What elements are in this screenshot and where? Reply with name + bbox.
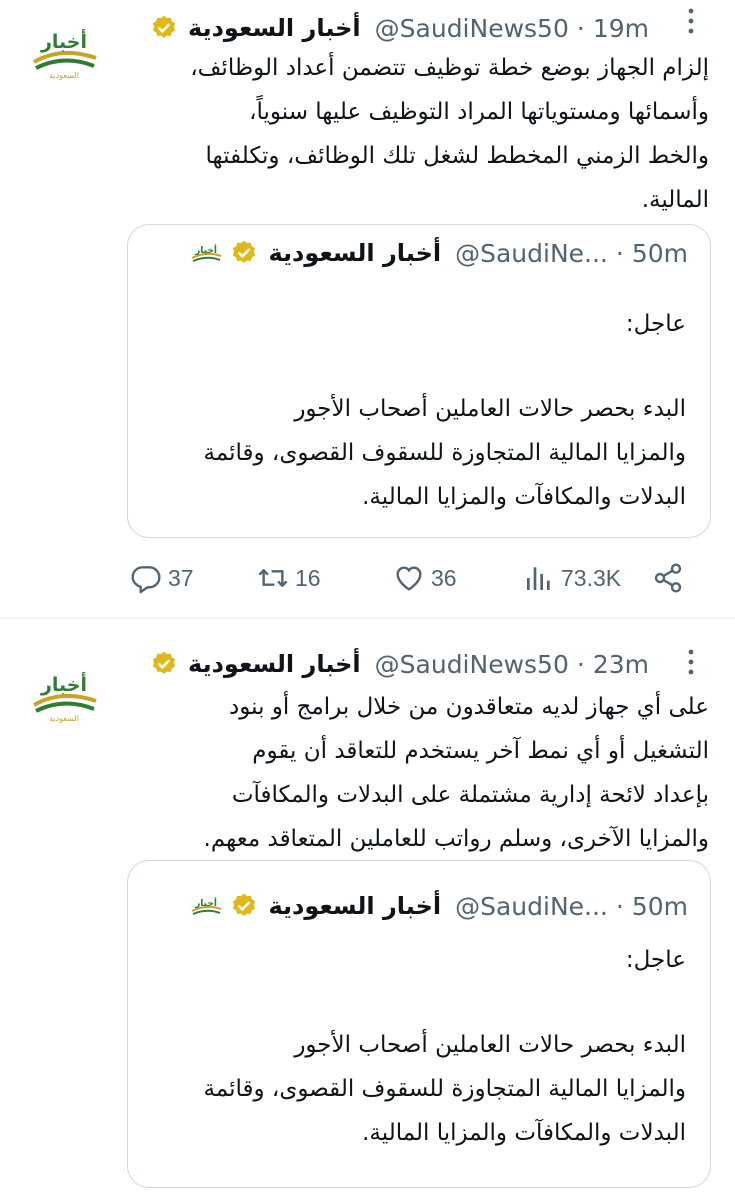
meta-separator: · — [576, 649, 585, 679]
reply-count: 37 — [168, 564, 194, 591]
tweet-text: إلزام الجهاز بوضع خطة توظيف تتضمن أعداد … — [190, 55, 709, 213]
author-handle[interactable]: @SaudiNews50 — [375, 650, 569, 679]
meta-separator: · — [576, 13, 585, 43]
like-count: 36 — [431, 564, 457, 591]
quote-time: 50m — [631, 238, 688, 268]
more-vertical-icon[interactable] — [681, 647, 701, 677]
logo-text: أخبار — [40, 29, 87, 53]
more-vertical-icon[interactable] — [681, 6, 701, 36]
logo-subtext: السعودية — [49, 71, 79, 80]
reply-button[interactable]: 37 — [130, 558, 194, 598]
view-count: 73.3K — [561, 564, 622, 591]
quote-logo-text: أخبار — [195, 897, 218, 909]
retweet-count: 16 — [295, 564, 321, 591]
tweet-time[interactable]: 23m — [593, 650, 649, 679]
author-name[interactable]: أخبار السعودية — [188, 650, 361, 678]
quote-header: أخبار أخبار السعودية @SaudiNe... · 50m — [180, 233, 688, 273]
quote-author-name: أخبار السعودية — [268, 892, 442, 920]
logo-subtext: السعودية — [49, 714, 79, 723]
tweet-2[interactable]: أخبار السعودية أخبار السعودية @SaudiNews… — [0, 619, 735, 1200]
quote-author-avatar: أخبار — [188, 240, 224, 266]
verified-badge-icon — [230, 892, 258, 920]
news-logo-icon: أخبار السعودية — [33, 29, 97, 80]
share-icon — [654, 563, 682, 593]
quote-author-avatar: أخبار — [188, 893, 224, 919]
quote-meta-separator: · — [615, 238, 624, 268]
tweet-header: أخبار السعودية @SaudiNews50 · 23m — [144, 644, 649, 684]
quote-label: عاجل: — [625, 947, 686, 973]
verified-badge-icon — [230, 239, 258, 267]
logo-text: أخبار — [40, 672, 87, 696]
quote-time: 50m — [631, 891, 688, 921]
quoted-tweet[interactable]: أخبار أخبار السعودية @SaudiNe... · 50m ع… — [127, 860, 711, 1188]
tweet-text: على أي جهاز لديه متعاقدون من خلال برامج … — [203, 694, 709, 852]
quoted-tweet[interactable]: أخبار أخبار السعودية @SaudiNe... · 50m ع… — [127, 224, 711, 538]
author-avatar[interactable]: أخبار السعودية — [22, 6, 106, 90]
quote-text: البدء بحصر حالات العاملين أصحاب الأجور و… — [203, 396, 686, 510]
quote-text: البدء بحصر حالات العاملين أصحاب الأجور و… — [203, 1032, 686, 1146]
tweet-header: أخبار السعودية @SaudiNews50 · 19m — [144, 8, 649, 48]
news-logo-icon: أخبار السعودية — [33, 672, 97, 723]
quote-logo-text: أخبار — [195, 244, 218, 256]
verified-badge-icon — [150, 14, 178, 42]
author-name[interactable]: أخبار السعودية — [188, 14, 361, 42]
author-handle[interactable]: @SaudiNews50 — [375, 14, 569, 43]
views-icon — [527, 567, 550, 590]
share-button[interactable] — [652, 558, 690, 598]
like-button[interactable]: 36 — [393, 558, 457, 598]
quote-header: أخبار أخبار السعودية @SaudiNe... · 50m — [180, 886, 688, 926]
quote-author-handle: @SaudiNe... — [455, 891, 608, 921]
views-button[interactable]: 73.3K — [523, 558, 621, 598]
verified-badge-icon — [150, 650, 178, 678]
retweet-button[interactable]: 16 — [257, 558, 321, 598]
quote-author-handle: @SaudiNe... — [455, 238, 608, 268]
tweet-1[interactable]: أخبار السعودية أخبار السعودية @SaudiNews… — [0, 0, 735, 617]
retweet-icon — [258, 569, 288, 587]
reply-icon — [131, 566, 161, 594]
quote-label: عاجل: — [625, 311, 686, 337]
quote-meta-separator: · — [615, 891, 624, 921]
tweet-actions: 37 16 36 73.3K — [130, 558, 690, 598]
heart-icon — [396, 566, 422, 591]
tweet-time[interactable]: 19m — [593, 14, 649, 43]
author-avatar[interactable]: أخبار السعودية — [22, 649, 106, 733]
quote-author-name: أخبار السعودية — [268, 239, 442, 267]
